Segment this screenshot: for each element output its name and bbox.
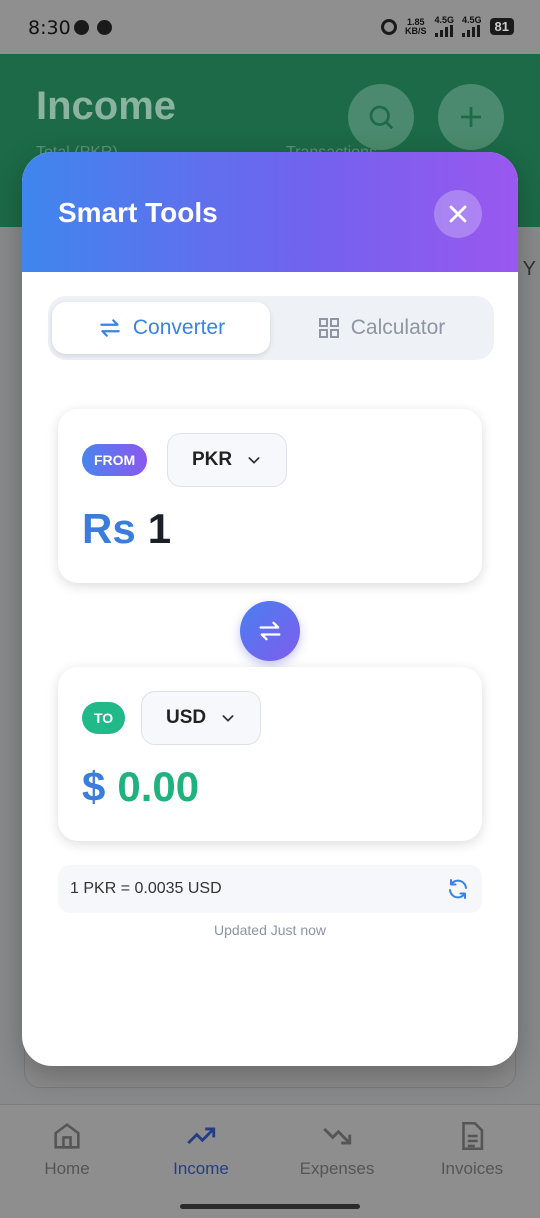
to-amount: $ 0.00 (82, 763, 199, 811)
battery-indicator: 81 (489, 18, 514, 35)
updated-timestamp: Updated Just now (213, 922, 327, 938)
exchange-rate-text: 1 PKR = 0.0035 USD (70, 880, 222, 897)
nav-invoices[interactable]: Invoices (412, 1119, 532, 1179)
add-button[interactable] (438, 84, 504, 150)
swap-arrows-icon (259, 621, 281, 641)
bottom-nav: Home Income Expenses Invoices (0, 1104, 540, 1218)
tool-tabs: Converter Calculator (48, 296, 494, 360)
status-bar: 8:30 1.85 KB/S 4.5G 4.5G 81 (0, 0, 540, 54)
plus-icon (461, 107, 481, 127)
network-speed: 1.85 KB/S (404, 16, 427, 36)
refresh-icon (449, 879, 467, 899)
to-currency-symbol: $ (82, 763, 106, 810)
swap-arrows-icon (100, 319, 120, 337)
from-currency-select[interactable]: PKR (167, 433, 288, 487)
tab-calculator[interactable]: Calculator (272, 302, 490, 354)
signal-sim1: 4.5G (434, 16, 454, 37)
tab-converter[interactable]: Converter (52, 302, 270, 354)
chat-bubble-icon (97, 20, 112, 35)
from-badge: FROM (82, 444, 148, 476)
trending-down-icon (323, 1127, 352, 1145)
chevron-down-icon (222, 715, 234, 722)
alarm-icon (380, 18, 397, 35)
nav-expenses[interactable]: Expenses (277, 1119, 397, 1179)
trending-up-icon (187, 1127, 216, 1145)
background-text-fragment: Y (522, 258, 536, 280)
search-icon (369, 105, 394, 130)
from-amount-value: 1 (147, 505, 172, 552)
from-amount-input[interactable]: Rs 1 (82, 505, 171, 553)
nav-income[interactable]: Income (141, 1119, 261, 1179)
status-time: 8:30 (28, 17, 71, 39)
modal-header: Smart Tools (22, 152, 518, 272)
close-button[interactable] (434, 190, 482, 238)
to-card: TO USD $ 0.00 (58, 667, 482, 841)
modal-title: Smart Tools (58, 197, 218, 228)
refresh-rate-button[interactable] (446, 877, 470, 906)
from-currency-symbol: Rs (82, 505, 136, 552)
nav-home[interactable]: Home (7, 1119, 127, 1179)
page-title: Income (36, 84, 177, 128)
notification-icon (74, 20, 89, 35)
smart-tools-modal: Smart Tools Converter Calculator FROM PK… (22, 152, 518, 1066)
search-button[interactable] (348, 84, 414, 150)
home-icon (54, 1123, 80, 1149)
to-amount-value: 0.00 (117, 763, 200, 810)
signal-sim2: 4.5G (462, 16, 482, 37)
home-indicator[interactable] (180, 1204, 360, 1209)
document-icon (462, 1121, 484, 1151)
grid-icon (318, 318, 339, 338)
chevron-down-icon (248, 457, 260, 464)
to-badge: TO (82, 702, 126, 734)
to-currency-select[interactable]: USD (141, 691, 262, 745)
from-card: FROM PKR Rs 1 (58, 409, 482, 583)
close-icon (449, 205, 467, 223)
exchange-rate-bar: 1 PKR = 0.0035 USD (58, 865, 482, 913)
swap-currencies-button[interactable] (240, 601, 300, 661)
